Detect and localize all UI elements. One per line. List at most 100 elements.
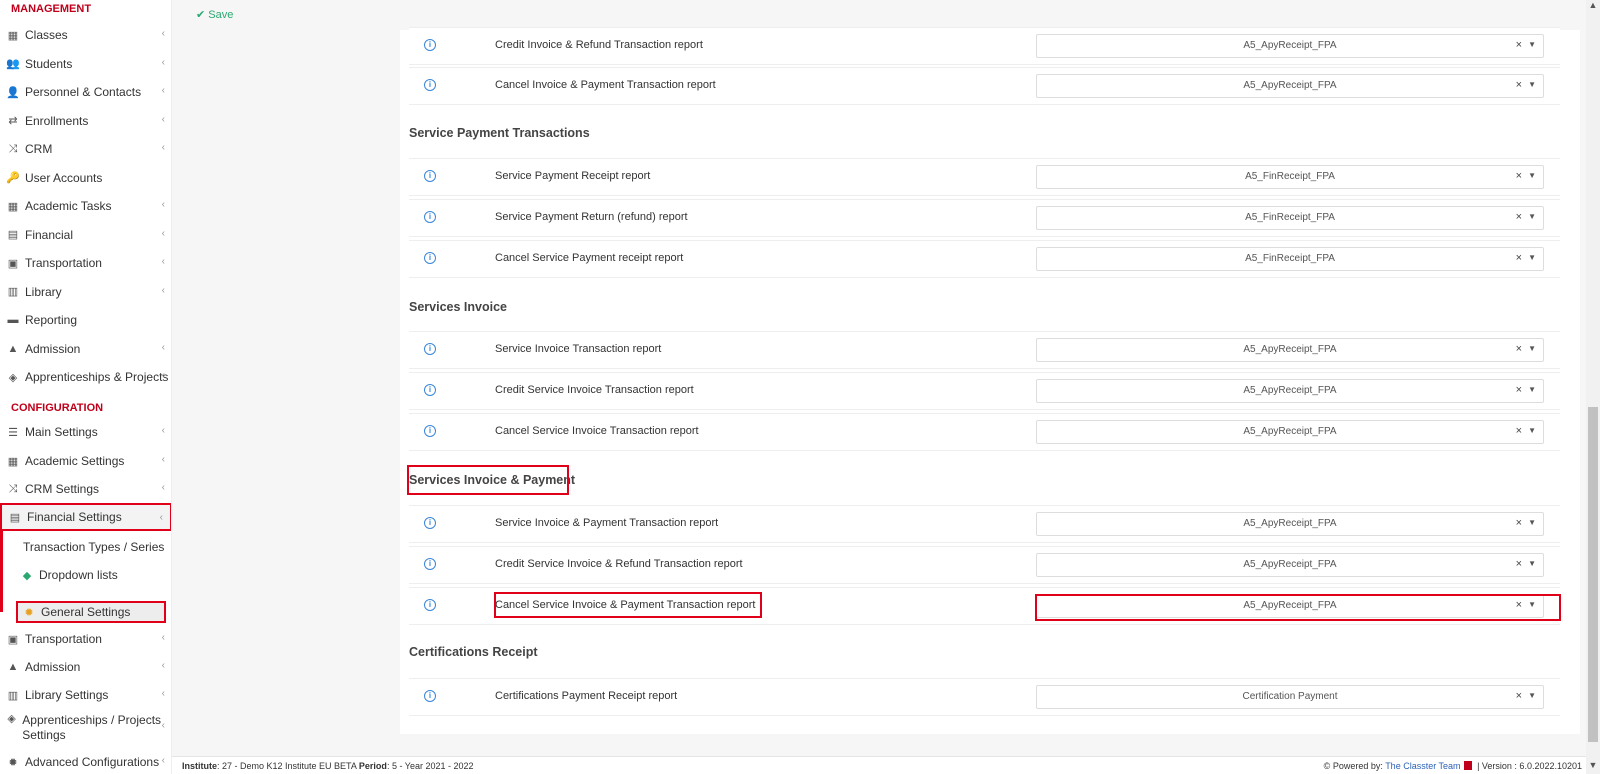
sidebar-item-label: General Settings — [41, 605, 131, 619]
info-icon[interactable]: i — [424, 517, 436, 529]
academic-tasks-icon: ▦ — [7, 200, 19, 213]
dropdown-arrow-icon[interactable]: ▼ — [1528, 344, 1536, 353]
info-icon[interactable]: i — [424, 170, 436, 182]
dropdown-arrow-icon[interactable]: ▼ — [1528, 212, 1536, 221]
sidebar-item-user-accounts[interactable]: 🔑 User Accounts — [0, 164, 171, 192]
report-template-select[interactable]: A5_ApyReceipt_FPA × ▼ — [1036, 379, 1544, 403]
info-icon[interactable]: i — [424, 39, 436, 51]
sidebar-item-students[interactable]: 👥 Students ‹ — [0, 50, 171, 78]
report-template-value: A5_ApyReceipt_FPA — [1243, 385, 1337, 396]
sidebar-item-main-settings[interactable]: ☰ Main Settings ‹ — [0, 418, 171, 446]
sidebar-item-general-settings[interactable]: ✹ General Settings — [16, 601, 166, 623]
scroll-down-icon[interactable]: ▼ — [1586, 760, 1600, 774]
scrollbar-thumb[interactable] — [1588, 407, 1598, 742]
report-template-select[interactable]: A5_FinReceipt_FPA × ▼ — [1036, 206, 1544, 230]
info-icon[interactable]: i — [424, 211, 436, 223]
sidebar-item-advanced-configurations[interactable]: ✹ Advanced Configurations ‹ — [0, 748, 171, 774]
sidebar-item-transaction-types-series[interactable]: Transaction Types / Series — [0, 533, 171, 561]
info-icon[interactable]: i — [424, 599, 436, 611]
chevron-left-icon: ‹ — [161, 85, 165, 96]
sidebar-item-crm[interactable]: ⤨ CRM ‹ — [0, 135, 171, 163]
report-template-select[interactable]: A5_FinReceipt_FPA × ▼ — [1036, 165, 1544, 189]
sidebar-item-apprenticeships-projects[interactable]: ◈ Apprenticeships & Projects ‹ — [0, 363, 171, 391]
sidebar-item-admission[interactable]: ▲ Admission ‹ — [0, 335, 171, 363]
clear-icon[interactable]: × — [1516, 79, 1522, 91]
sidebar-item-label: Library — [25, 284, 62, 299]
sidebar-item-financial[interactable]: ▤ Financial ‹ — [0, 221, 171, 249]
sidebar-item-classes[interactable]: ▦ Classes ‹ — [0, 21, 171, 49]
sidebar-item-transportation[interactable]: ▣ Transportation ‹ — [0, 249, 171, 277]
sidebar-item-enrollments[interactable]: ⇄ Enrollments ‹ — [0, 107, 171, 135]
sidebar-item-dropdown-lists[interactable]: ◆ Dropdown lists — [0, 561, 171, 589]
dropdown-arrow-icon[interactable]: ▼ — [1528, 691, 1536, 700]
info-icon[interactable]: i — [424, 252, 436, 264]
report-setting-row: i Credit Service Invoice Transaction repo… — [409, 372, 1560, 410]
report-template-select[interactable]: A5_ApyReceipt_FPA × ▼ — [1036, 74, 1544, 98]
clear-icon[interactable]: × — [1516, 343, 1522, 355]
info-icon[interactable]: i — [424, 343, 436, 355]
report-template-select[interactable]: A5_ApyReceipt_FPA × ▼ — [1036, 553, 1544, 577]
chevron-left-icon: ‹ — [161, 341, 165, 353]
report-template-select[interactable]: A5_ApyReceipt_FPA × ▼ — [1036, 594, 1544, 618]
clear-icon[interactable]: × — [1516, 211, 1522, 223]
clear-icon[interactable]: × — [1516, 39, 1522, 51]
report-label: Cancel Service Payment receipt report — [495, 252, 684, 264]
dropdown-arrow-icon[interactable]: ▼ — [1528, 80, 1536, 89]
printer-icon: ▬ — [7, 314, 19, 326]
sidebar-item-personnel-contacts[interactable]: 👤 Personnel & Contacts ‹ — [0, 78, 171, 106]
clear-icon[interactable]: × — [1516, 170, 1522, 182]
dropdown-arrow-icon[interactable]: ▼ — [1528, 40, 1536, 49]
info-icon[interactable]: i — [424, 558, 436, 570]
save-button[interactable]: ✔ Save — [196, 8, 233, 21]
report-setting-row: i Certifications Payment Receipt report Ce… — [409, 678, 1560, 716]
dropdown-arrow-icon[interactable]: ▼ — [1528, 518, 1536, 527]
classter-team-link[interactable]: The Classter Team — [1385, 761, 1460, 771]
report-template-select[interactable]: A5_ApyReceipt_FPA × ▼ — [1036, 420, 1544, 444]
clear-icon[interactable]: × — [1516, 558, 1522, 570]
info-icon[interactable]: i — [424, 384, 436, 396]
info-icon[interactable]: i — [424, 425, 436, 437]
clear-icon[interactable]: × — [1516, 599, 1522, 611]
sidebar-item-academic-settings[interactable]: ▦ Academic Settings ‹ — [0, 447, 171, 475]
sidebar-item-admission[interactable]: ▲ Admission ‹ — [0, 653, 171, 681]
clear-icon[interactable]: × — [1516, 425, 1522, 437]
dropdown-arrow-icon[interactable]: ▼ — [1528, 426, 1536, 435]
clear-icon[interactable]: × — [1516, 384, 1522, 396]
sidebar-item-library-settings[interactable]: ▥ Library Settings ‹ — [0, 681, 171, 709]
clear-icon[interactable]: × — [1516, 252, 1522, 264]
dropdown-arrow-icon[interactable]: ▼ — [1528, 253, 1536, 262]
version-text: | Version : 6.0.2022.10201 — [1477, 761, 1582, 771]
personnel-icon: 👤 — [6, 86, 20, 99]
active-section-bar — [0, 530, 3, 612]
sidebar-item-label: CRM — [25, 142, 53, 156]
sidebar-item-transportation[interactable]: ▣ Transportation ‹ — [0, 625, 171, 653]
sidebar-item-academic-tasks[interactable]: ▦ Academic Tasks ‹ — [0, 192, 171, 220]
dropdown-arrow-icon[interactable]: ▼ — [1528, 385, 1536, 394]
sidebar-item-apprenticeships-projects-settings[interactable]: ◈ Apprenticeships / Projects Settings ‹ — [0, 711, 171, 751]
sidebar-item-crm-settings[interactable]: ⤨ CRM Settings ‹ — [0, 475, 171, 503]
crm-icon: ⤨ — [8, 482, 18, 495]
info-icon[interactable]: i — [424, 690, 436, 702]
report-template-select[interactable]: A5_ApyReceipt_FPA × ▼ — [1036, 512, 1544, 536]
report-label: Cancel Service Invoice & Payment Transac… — [495, 599, 756, 611]
dropdown-arrow-icon[interactable]: ▼ — [1528, 171, 1536, 180]
sidebar-item-reporting[interactable]: ▬ Reporting — [0, 306, 171, 334]
chevron-left-icon: ‹ — [159, 512, 163, 523]
clear-icon[interactable]: × — [1516, 517, 1522, 529]
gears-icon: ✹ — [8, 756, 18, 769]
report-setting-row: i Cancel Invoice & Payment Transaction re… — [409, 67, 1560, 105]
dropdown-arrow-icon[interactable]: ▼ — [1528, 600, 1536, 609]
page-scrollbar[interactable]: ▲ ▼ — [1586, 0, 1600, 774]
report-template-select[interactable]: A5_FinReceipt_FPA × ▼ — [1036, 247, 1544, 271]
scroll-up-icon[interactable]: ▲ — [1586, 0, 1600, 14]
dropdown-arrow-icon[interactable]: ▼ — [1528, 559, 1536, 568]
report-template-select[interactable]: A5_ApyReceipt_FPA × ▼ — [1036, 34, 1544, 58]
clear-icon[interactable]: × — [1516, 690, 1522, 702]
sidebar-item-library[interactable]: ▥ Library ‹ — [0, 278, 171, 306]
box-icon: ◈ — [7, 712, 16, 725]
group-title: Certifications Receipt — [409, 645, 538, 659]
sidebar-item-financial-settings[interactable]: ▤ Financial Settings ‹ — [0, 503, 171, 531]
info-icon[interactable]: i — [424, 79, 436, 91]
report-template-select[interactable]: Certification Payment × ▼ — [1036, 685, 1544, 709]
report-template-select[interactable]: A5_ApyReceipt_FPA × ▼ — [1036, 338, 1544, 362]
